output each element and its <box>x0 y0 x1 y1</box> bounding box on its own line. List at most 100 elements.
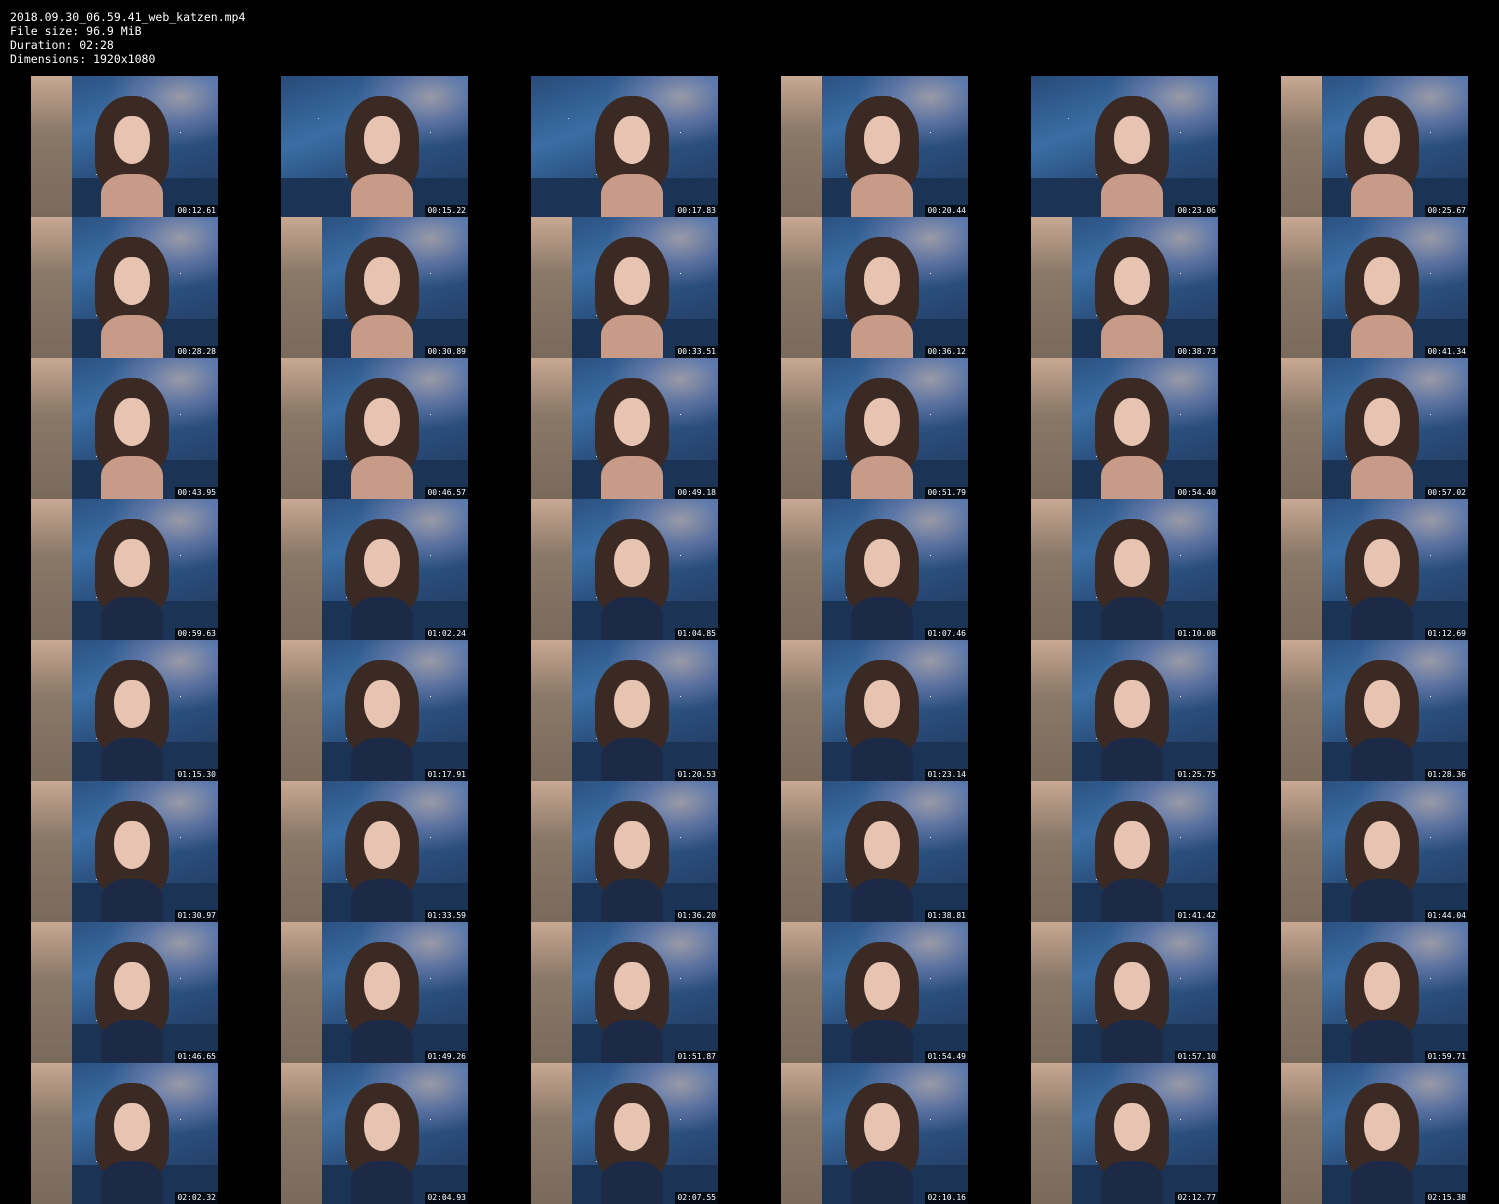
side-person <box>1281 640 1323 781</box>
thumbnail-timestamp: 01:15.30 <box>175 769 218 781</box>
video-thumbnail: 00:57.02 <box>1281 358 1468 499</box>
side-person <box>31 781 73 922</box>
side-person <box>781 217 823 358</box>
person-figure <box>1094 941 1170 1063</box>
person-figure <box>94 95 170 217</box>
side-person <box>781 358 823 499</box>
person-figure <box>1094 95 1170 217</box>
side-person <box>31 1063 73 1204</box>
video-thumbnail: 00:25.67 <box>1281 76 1468 217</box>
side-person <box>1031 358 1073 499</box>
person-figure <box>1094 659 1170 781</box>
person-figure <box>1344 518 1420 640</box>
file-dimensions: Dimensions: 1920x1080 <box>10 52 156 66</box>
thumbnail-timestamp: 01:20.53 <box>675 769 718 781</box>
side-person <box>1031 217 1073 358</box>
thumbnail-timestamp: 00:43.95 <box>175 487 218 499</box>
thumbnail-timestamp: 00:20.44 <box>925 205 968 217</box>
side-person <box>31 358 73 499</box>
person-figure <box>1344 95 1420 217</box>
video-thumbnail: 01:36.20 <box>531 781 718 922</box>
video-thumbnail: 00:43.95 <box>31 358 218 499</box>
side-person <box>781 76 823 217</box>
side-person <box>1031 499 1073 640</box>
person-figure <box>344 800 420 922</box>
video-thumbnail: 02:15.38 <box>1281 1063 1468 1204</box>
side-person <box>1281 781 1323 922</box>
person-figure <box>1094 236 1170 358</box>
person-figure <box>844 377 920 499</box>
video-thumbnail: 00:41.34 <box>1281 217 1468 358</box>
person-figure <box>594 941 670 1063</box>
person-figure <box>1094 800 1170 922</box>
side-person <box>31 217 73 358</box>
video-thumbnail: 00:36.12 <box>781 217 968 358</box>
side-person <box>281 217 323 358</box>
video-thumbnail: 02:07.55 <box>531 1063 718 1204</box>
thumbnail-grid: 00:12.61 00:15.22 00:17.83 00:20.44 00:23.06… <box>31 76 1468 1204</box>
file-size: File size: 96.9 MiB <box>10 24 142 38</box>
video-thumbnail: 00:15.22 <box>281 76 468 217</box>
person-figure <box>1344 941 1420 1063</box>
side-person <box>531 922 573 1063</box>
side-person <box>531 781 573 922</box>
video-thumbnail: 01:54.49 <box>781 922 968 1063</box>
video-thumbnail: 01:25.75 <box>1031 640 1218 781</box>
side-person <box>1281 217 1323 358</box>
side-person <box>31 76 73 217</box>
thumbnail-timestamp: 01:33.59 <box>425 910 468 922</box>
side-person <box>281 499 323 640</box>
person-figure <box>344 518 420 640</box>
side-person <box>281 922 323 1063</box>
person-figure <box>844 95 920 217</box>
thumbnail-timestamp: 01:38.81 <box>925 910 968 922</box>
thumbnail-timestamp: 01:07.46 <box>925 628 968 640</box>
video-thumbnail: 01:17.91 <box>281 640 468 781</box>
side-person <box>281 358 323 499</box>
person-figure <box>94 800 170 922</box>
person-figure <box>344 1082 420 1204</box>
person-figure <box>94 236 170 358</box>
person-figure <box>594 1082 670 1204</box>
video-thumbnail: 00:30.89 <box>281 217 468 358</box>
video-thumbnail: 01:15.30 <box>31 640 218 781</box>
video-thumbnail: 02:02.32 <box>31 1063 218 1204</box>
thumbnail-timestamp: 01:12.69 <box>1425 628 1468 640</box>
thumbnail-timestamp: 00:38.73 <box>1175 346 1218 358</box>
video-thumbnail: 00:17.83 <box>531 76 718 217</box>
thumbnail-timestamp: 00:57.02 <box>1425 487 1468 499</box>
person-figure <box>344 941 420 1063</box>
thumbnail-timestamp: 01:51.87 <box>675 1051 718 1063</box>
side-person <box>531 499 573 640</box>
video-thumbnail: 01:49.26 <box>281 922 468 1063</box>
thumbnail-timestamp: 00:23.06 <box>1175 205 1218 217</box>
video-thumbnail: 02:04.93 <box>281 1063 468 1204</box>
thumbnail-timestamp: 02:04.93 <box>425 1192 468 1204</box>
thumbnail-timestamp: 00:15.22 <box>425 205 468 217</box>
person-figure <box>844 518 920 640</box>
video-thumbnail: 01:46.65 <box>31 922 218 1063</box>
file-info-header: 2018.09.30_06.59.41_web_katzen.mp4 File … <box>10 10 245 66</box>
video-thumbnail: 01:10.08 <box>1031 499 1218 640</box>
person-figure <box>94 659 170 781</box>
video-thumbnail: 00:59.63 <box>31 499 218 640</box>
person-figure <box>94 941 170 1063</box>
person-figure <box>1344 377 1420 499</box>
video-thumbnail: 00:54.40 <box>1031 358 1218 499</box>
video-thumbnail: 01:02.24 <box>281 499 468 640</box>
thumbnail-timestamp: 01:30.97 <box>175 910 218 922</box>
person-figure <box>844 236 920 358</box>
video-thumbnail: 00:28.28 <box>31 217 218 358</box>
side-person <box>781 922 823 1063</box>
person-figure <box>94 377 170 499</box>
side-person <box>1281 922 1323 1063</box>
thumbnail-timestamp: 01:25.75 <box>1175 769 1218 781</box>
thumbnail-timestamp: 02:07.55 <box>675 1192 718 1204</box>
person-figure <box>344 95 420 217</box>
person-figure <box>94 1082 170 1204</box>
thumbnail-timestamp: 02:15.38 <box>1425 1192 1468 1204</box>
thumbnail-timestamp: 01:41.42 <box>1175 910 1218 922</box>
person-figure <box>1094 518 1170 640</box>
video-thumbnail: 02:10.16 <box>781 1063 968 1204</box>
thumbnail-timestamp: 00:46.57 <box>425 487 468 499</box>
